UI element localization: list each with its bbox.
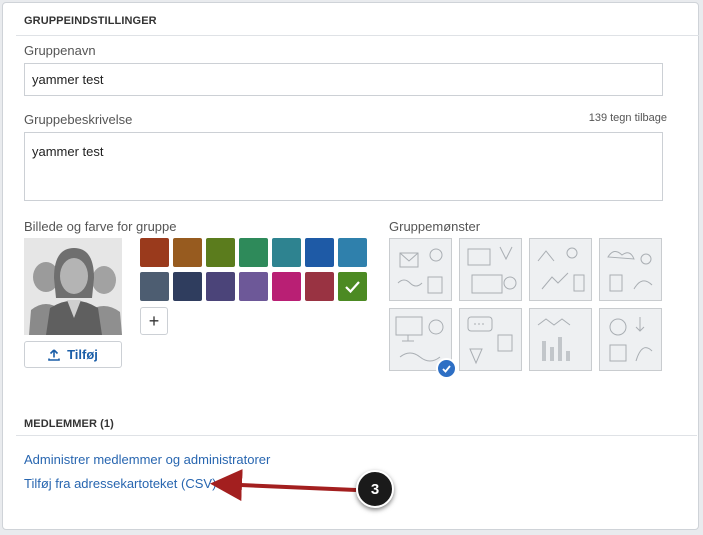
pattern-tile[interactable] bbox=[389, 238, 452, 301]
color-swatch[interactable] bbox=[272, 272, 301, 301]
pattern-thumbnail bbox=[537, 318, 571, 361]
pattern-thumbnail bbox=[607, 251, 653, 292]
pattern-tile[interactable] bbox=[599, 308, 662, 371]
selected-pattern-check-icon bbox=[436, 358, 457, 379]
color-swatch[interactable] bbox=[239, 238, 268, 267]
check-icon bbox=[345, 281, 360, 294]
upload-button-label: Tilføj bbox=[67, 347, 98, 362]
plus-icon: + bbox=[148, 310, 160, 331]
color-swatch[interactable] bbox=[140, 238, 169, 267]
color-swatch[interactable] bbox=[338, 238, 367, 267]
upload-icon bbox=[48, 348, 60, 361]
group-avatar bbox=[24, 238, 122, 335]
color-swatch[interactable] bbox=[338, 272, 367, 301]
pattern-tile[interactable] bbox=[459, 308, 522, 371]
section-divider bbox=[16, 35, 699, 36]
pattern-tile[interactable] bbox=[599, 238, 662, 301]
group-description-label: Gruppebeskrivelse bbox=[24, 112, 133, 127]
pattern-thumbnail bbox=[537, 247, 585, 292]
pattern-tile[interactable] bbox=[529, 308, 592, 371]
color-swatch[interactable] bbox=[272, 238, 301, 267]
color-swatch[interactable] bbox=[305, 238, 334, 267]
add-color-button[interactable]: + bbox=[140, 307, 168, 335]
pattern-thumbnail bbox=[467, 246, 517, 294]
group-name-input[interactable]: yammer test bbox=[24, 63, 663, 96]
step-callout: 3 bbox=[356, 470, 394, 508]
check-icon bbox=[442, 365, 451, 373]
pattern-thumbnail bbox=[609, 317, 653, 362]
group-pattern-label: Gruppemønster bbox=[389, 219, 481, 234]
pattern-tile[interactable] bbox=[459, 238, 522, 301]
color-swatch[interactable] bbox=[239, 272, 268, 301]
group-people-icon bbox=[24, 238, 122, 335]
pattern-thumbnail bbox=[397, 248, 443, 294]
pattern-thumbnail bbox=[467, 316, 513, 365]
color-swatch[interactable] bbox=[206, 238, 235, 267]
description-char-counter: 139 tegn tilbage bbox=[588, 112, 667, 124]
color-swatch[interactable] bbox=[173, 238, 202, 267]
color-swatch[interactable] bbox=[305, 272, 334, 301]
color-swatch[interactable] bbox=[140, 272, 169, 301]
pattern-tile[interactable] bbox=[529, 238, 592, 301]
upload-image-button[interactable]: Tilføj bbox=[24, 341, 122, 368]
color-swatch[interactable] bbox=[173, 272, 202, 301]
group-name-label: Gruppenavn bbox=[24, 43, 96, 58]
import-csv-link[interactable]: Tilføj fra adressekartoteket (CSV) bbox=[24, 476, 216, 491]
color-swatch[interactable] bbox=[206, 272, 235, 301]
group-settings-heading: GRUPPEINDSTILLINGER bbox=[24, 15, 157, 27]
members-divider bbox=[16, 435, 697, 436]
manage-members-link[interactable]: Administrer medlemmer og administratorer bbox=[24, 452, 270, 467]
members-heading: MEDLEMMER (1) bbox=[24, 418, 114, 430]
image-color-label: Billede og farve for gruppe bbox=[24, 219, 177, 234]
group-description-textarea[interactable]: yammer test bbox=[24, 132, 663, 201]
